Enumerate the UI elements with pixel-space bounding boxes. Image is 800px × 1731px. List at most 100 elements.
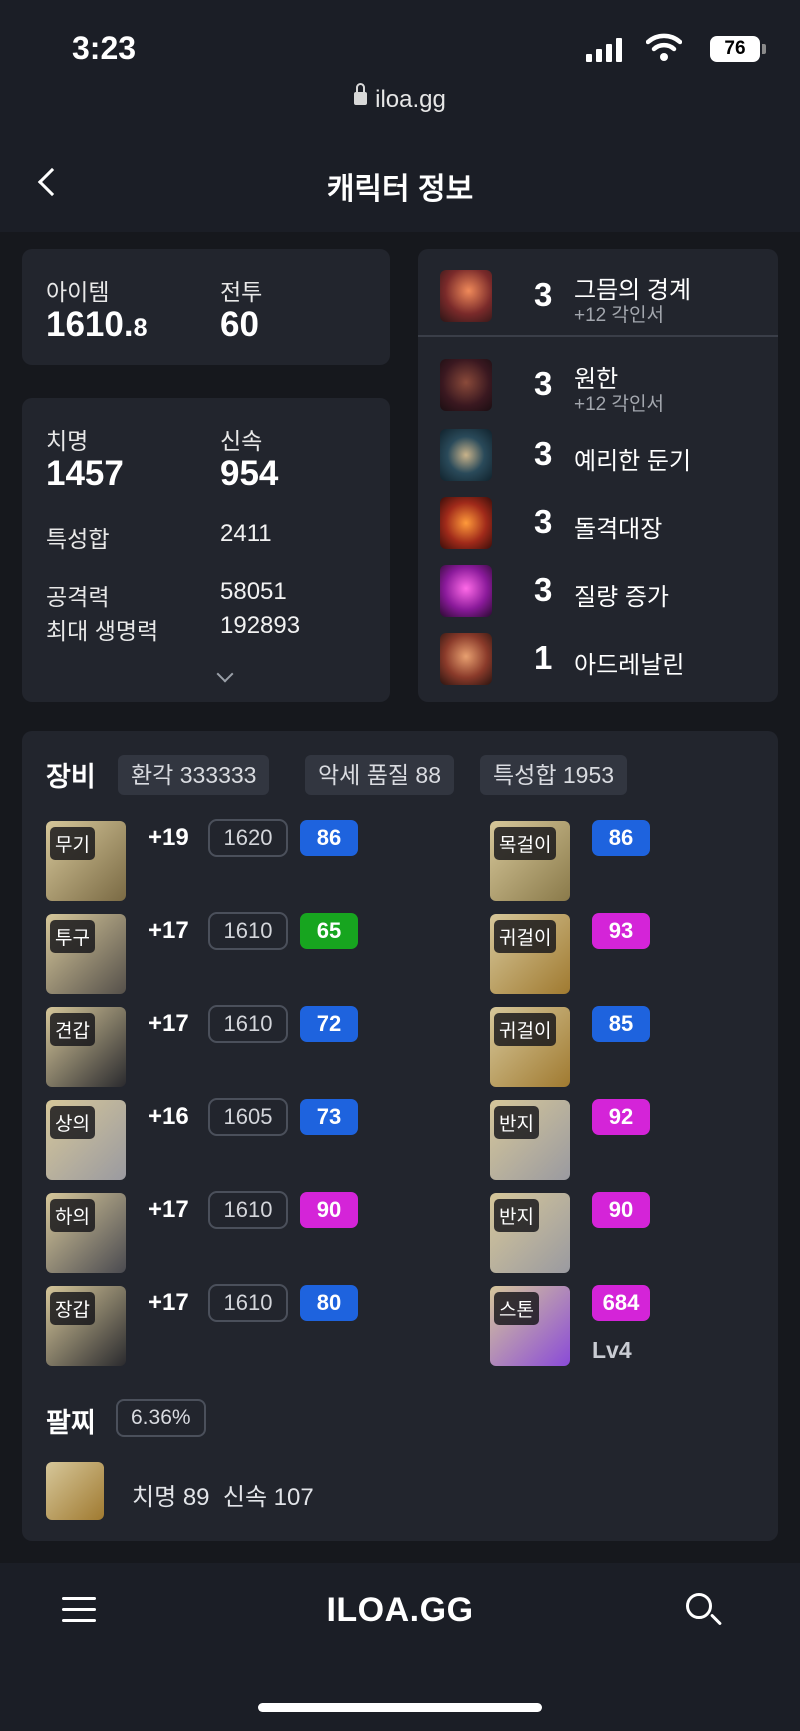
- equipment-card: 장비 환각 333333 악세 품질 88 특성합 1953 무기 +19 16…: [22, 731, 778, 1541]
- accessory-quality-chip: 악세 품질 88: [305, 755, 455, 795]
- attack-label: 공격력: [46, 584, 110, 610]
- item-level: 1605: [208, 1098, 288, 1136]
- slot-label: 견갑: [50, 1013, 95, 1046]
- shoulder-icon: 견갑: [46, 1007, 126, 1087]
- url-text: iloa.gg: [375, 86, 446, 113]
- item-level: 1610: [208, 912, 288, 950]
- quality-badge: 86: [300, 820, 358, 856]
- ring-icon: 반지: [490, 1100, 570, 1180]
- crit-label: 치명: [46, 428, 89, 454]
- stone-level: Lv4: [592, 1337, 632, 1363]
- stone-icon: 스톤: [490, 1286, 570, 1366]
- accessory-stat-total-chip: 특성합 1953: [480, 755, 628, 795]
- stats-card: 치명 1457 신속 954 특성합 2411 공격력 58051 최대 생명력…: [22, 398, 390, 702]
- engraving-name: 질량 증가: [574, 584, 669, 611]
- keen-blunt-icon: [440, 429, 492, 481]
- engraving-book: +12 각인서: [574, 394, 664, 415]
- swift-label: 신속: [220, 428, 263, 454]
- slot-label: 반지: [494, 1106, 539, 1139]
- slot-label: 장갑: [50, 1292, 95, 1325]
- home-indicator: [258, 1703, 542, 1712]
- upgrade-level: +16: [148, 1103, 189, 1130]
- quality-badge: 65: [300, 913, 358, 949]
- battle-level-label: 전투: [220, 279, 263, 305]
- signal-icon: [586, 38, 622, 62]
- item-level: 1620: [208, 819, 288, 857]
- max-hp-label: 최대 생명력: [46, 618, 159, 644]
- bottom-bar: ILOA.GG: [0, 1563, 800, 1731]
- item-level-value: 1610.8: [46, 305, 148, 344]
- engraving-level: 3: [534, 276, 553, 313]
- engraving-card: 3 그믐의 경계 +12 각인서 3 원한 +12 각인서 3 예리한 둔기 3…: [418, 249, 778, 702]
- raid-captain-icon: [440, 497, 492, 549]
- helmet-icon: 투구: [46, 914, 126, 994]
- slot-label: 투구: [50, 920, 95, 953]
- slot-label: 상의: [50, 1106, 95, 1139]
- engraving-level: 3: [534, 365, 553, 402]
- engraving-row: 3 예리한 둔기: [440, 425, 760, 485]
- upgrade-level: +17: [148, 1289, 189, 1316]
- weapon-icon: 무기: [46, 821, 126, 901]
- bracelet-percent: 6.36%: [116, 1399, 206, 1437]
- brand-logo[interactable]: ILOA.GG: [0, 1591, 800, 1630]
- engraving-name: 아드레날린: [574, 652, 685, 679]
- upgrade-level: +19: [148, 824, 189, 851]
- necklace-icon: 목걸이: [490, 821, 570, 901]
- pants-icon: 하의: [46, 1193, 126, 1273]
- slot-label: 반지: [494, 1199, 539, 1232]
- chest-icon: 상의: [46, 1100, 126, 1180]
- engraving-level: 3: [534, 571, 553, 608]
- bracelet-effects: 치명 89 신속 107: [132, 1484, 314, 1511]
- engraving-level: 3: [534, 435, 553, 472]
- bracelet-icon[interactable]: [46, 1462, 104, 1520]
- earring-icon: 귀걸이: [490, 1007, 570, 1087]
- quality-badge: 90: [592, 1192, 650, 1228]
- engraving-row: 3 원한 +12 각인서: [440, 355, 760, 415]
- item-level: 1610: [208, 1005, 288, 1043]
- quality-badge: 72: [300, 1006, 358, 1042]
- summary-card: 아이템 1610.8 전투 60: [22, 249, 390, 365]
- engraving-level: 1: [534, 639, 553, 676]
- slot-label: 귀걸이: [494, 920, 557, 953]
- engraving-level: 3: [534, 503, 553, 540]
- item-level: 1610: [208, 1284, 288, 1322]
- lock-icon: [354, 83, 368, 106]
- upgrade-level: +17: [148, 1196, 189, 1223]
- search-icon[interactable]: [686, 1593, 712, 1619]
- equipment-title: 장비: [46, 762, 96, 792]
- status-bar: 3:23 76 iloa.gg: [0, 0, 800, 140]
- slot-label: 귀걸이: [494, 1013, 557, 1046]
- slot-label: 스톤: [494, 1292, 539, 1325]
- stat-total-value: 2411: [220, 520, 272, 547]
- twilight-icon: [440, 270, 492, 322]
- item-level: 1610: [208, 1191, 288, 1229]
- upgrade-level: +17: [148, 1010, 189, 1037]
- stat-total-label: 특성합: [46, 526, 110, 552]
- quality-badge: 73: [300, 1099, 358, 1135]
- nav-bar: 캐릭터 정보: [0, 140, 800, 232]
- battery-icon: 76: [710, 36, 766, 62]
- engraving-row: 3 그믐의 경계 +12 각인서: [440, 266, 760, 326]
- upgrade-level: +17: [148, 917, 189, 944]
- quality-badge: 93: [592, 913, 650, 949]
- crit-value: 1457: [46, 454, 124, 493]
- engraving-row: 1 아드레날린: [440, 629, 760, 689]
- swift-value: 954: [220, 454, 279, 493]
- gloves-icon: 장갑: [46, 1286, 126, 1366]
- slot-label: 하의: [50, 1199, 95, 1232]
- bracelet-title: 팔찌: [46, 1408, 96, 1438]
- engraving-book: +12 각인서: [574, 305, 664, 326]
- engraving-name: 예리한 둔기: [574, 448, 692, 475]
- grudge-icon: [440, 359, 492, 411]
- attack-value: 58051: [220, 578, 287, 605]
- quality-badge: 684: [592, 1285, 650, 1321]
- earring-icon: 귀걸이: [490, 914, 570, 994]
- clock: 3:23: [72, 30, 137, 66]
- expand-chevron-icon[interactable]: [216, 665, 234, 683]
- quality-badge: 86: [592, 820, 650, 856]
- url-bar[interactable]: iloa.gg: [0, 83, 800, 114]
- engraving-name: 돌격대장: [574, 516, 663, 543]
- ring-icon: 반지: [490, 1193, 570, 1273]
- page-title: 캐릭터 정보: [326, 173, 474, 206]
- battle-level-value: 60: [220, 305, 259, 344]
